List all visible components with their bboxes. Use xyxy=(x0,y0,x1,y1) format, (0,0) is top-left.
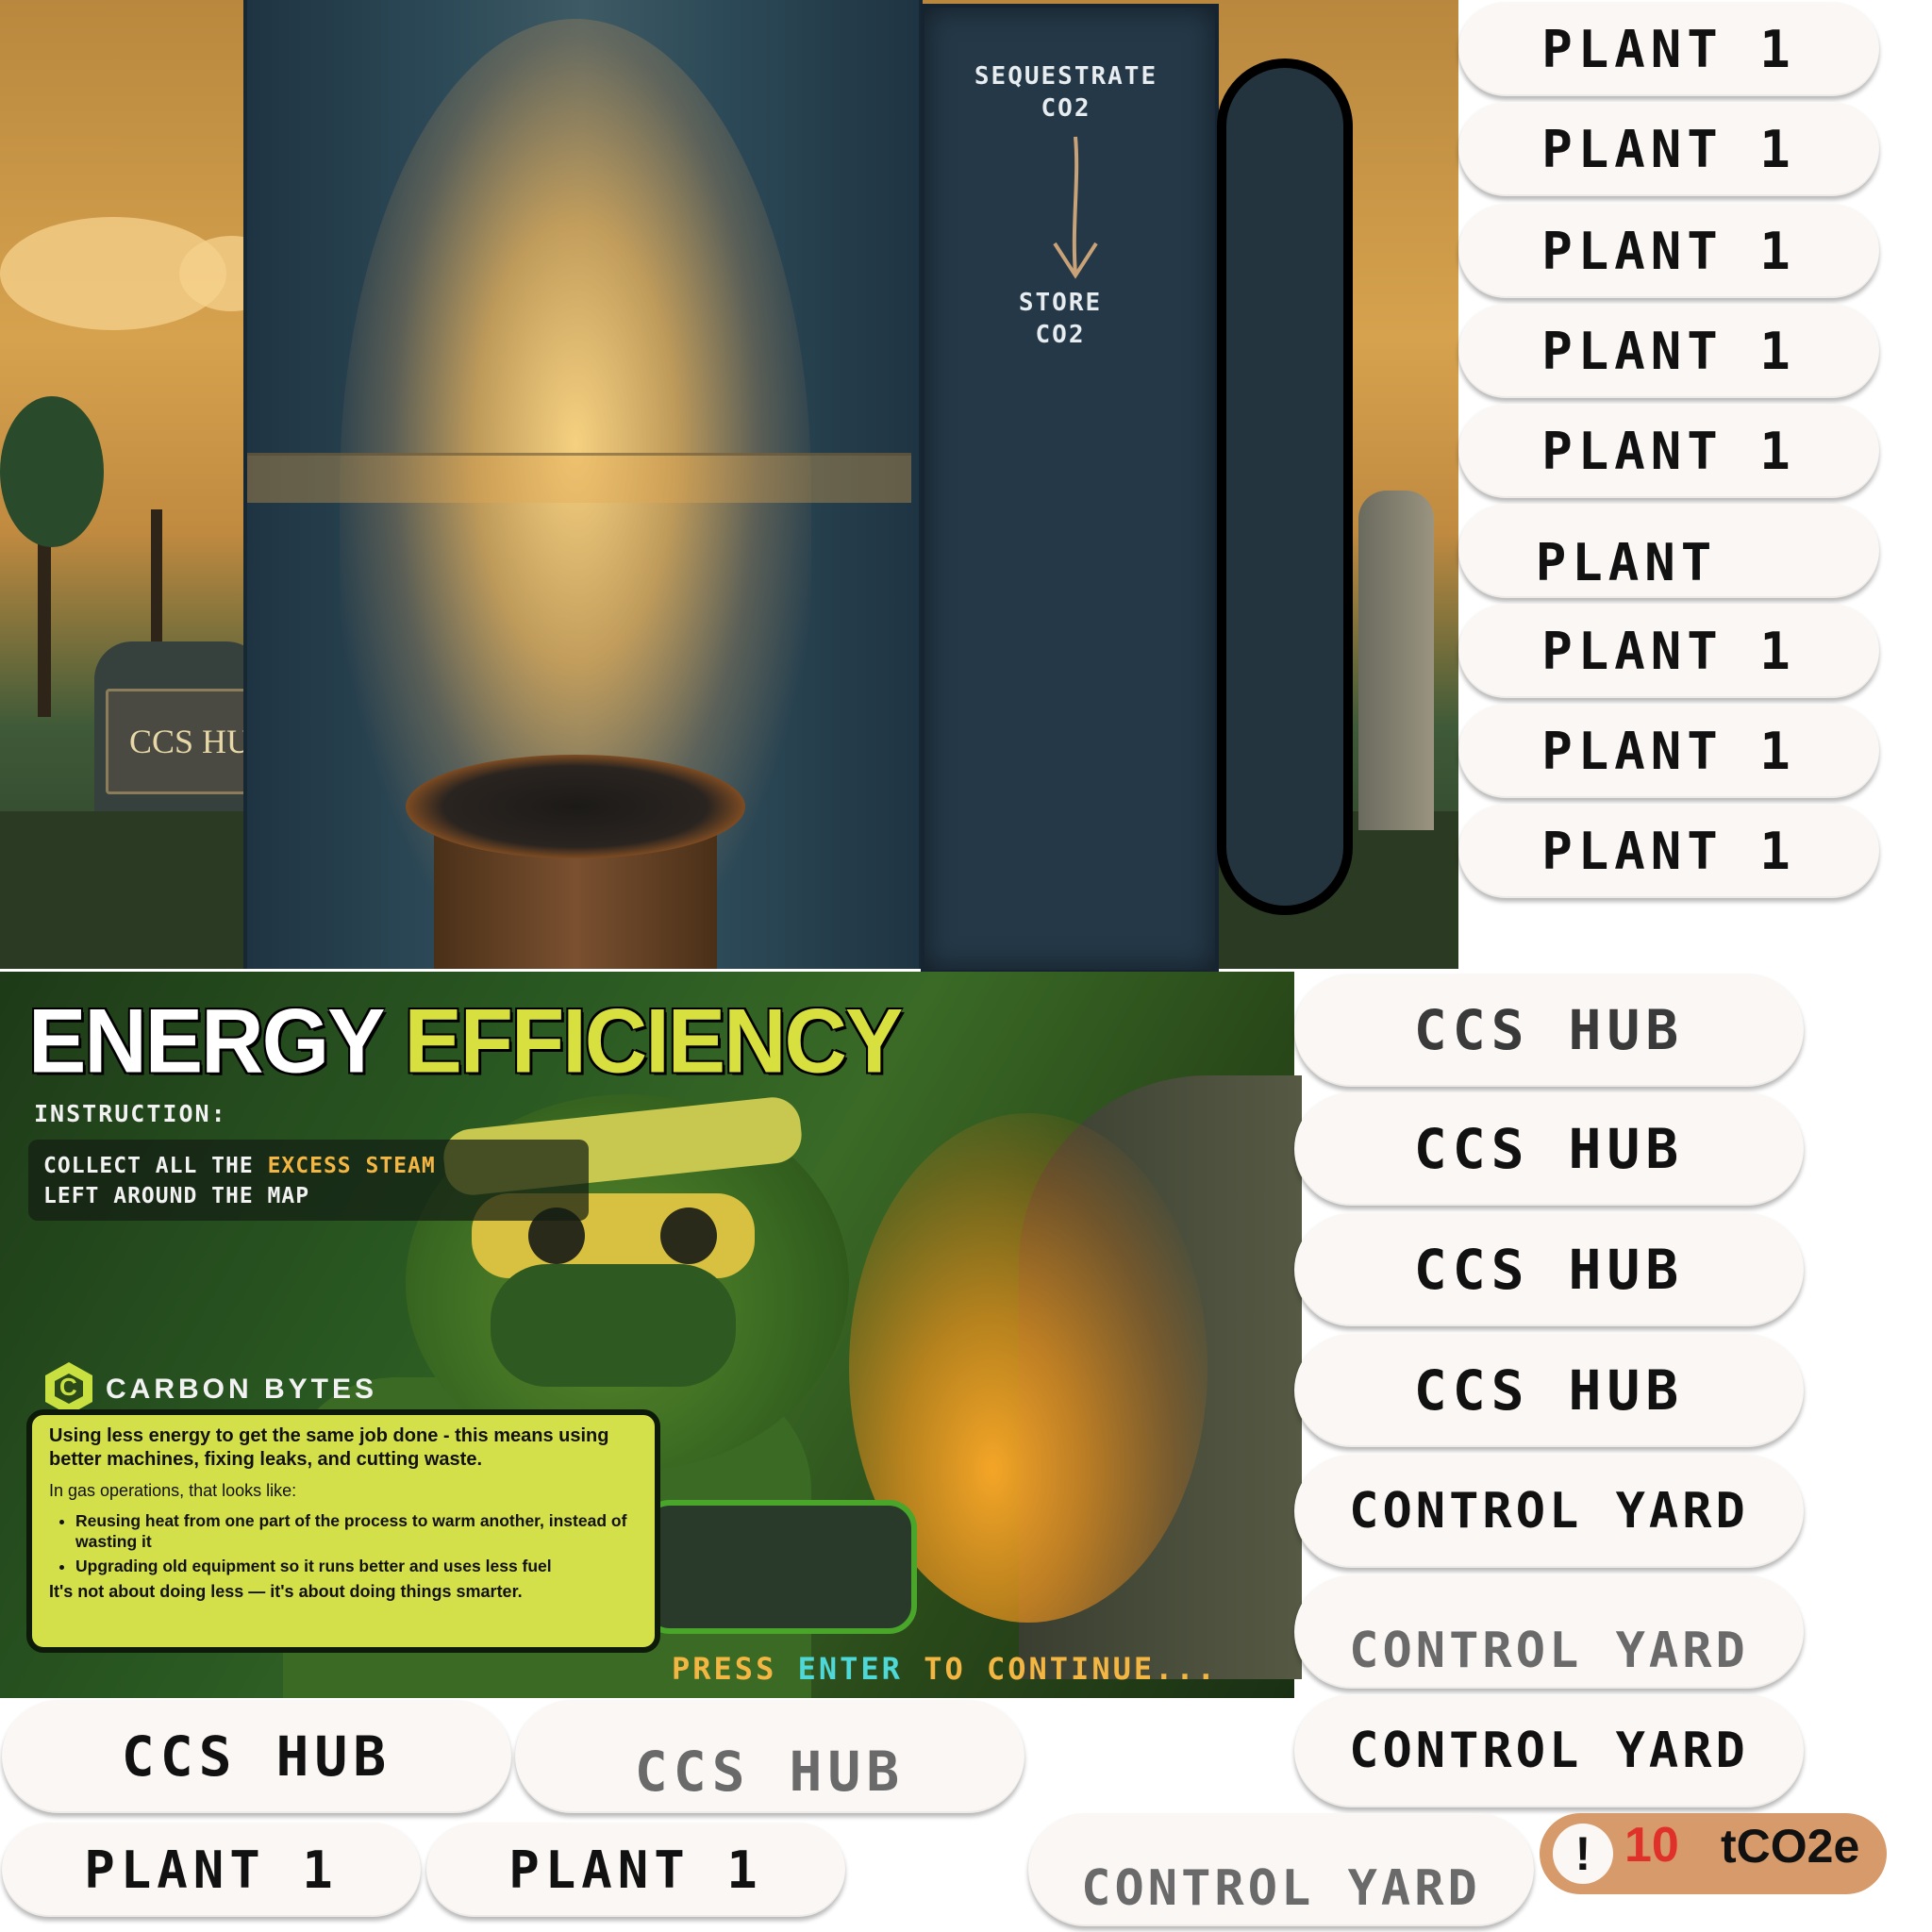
ninja-mask xyxy=(491,1264,736,1387)
plant-1-label: PLANT 1 xyxy=(1541,19,1796,79)
plant-1-button[interactable]: PLANT 1 xyxy=(1458,804,1879,898)
ccs-hub-label: CCS HUB xyxy=(1413,1238,1685,1302)
chamber-shelf xyxy=(247,453,911,503)
ninja-eye xyxy=(660,1208,717,1264)
store-word: STORE xyxy=(1018,289,1103,317)
plant-1-button[interactable]: PLANT 1 xyxy=(1458,102,1879,196)
plant-1-button[interactable]: PLANT 1 xyxy=(1458,2,1879,96)
plant-1-label: PLANT 1 xyxy=(1541,721,1796,781)
ccs-hub-button[interactable]: CCS HUB xyxy=(1294,974,1804,1087)
control-yard-label: CONTROL YARD xyxy=(1081,1860,1481,1917)
arrow-down-icon xyxy=(1053,136,1098,279)
instruction-text-2: LEFT AROUND THE MAP xyxy=(43,1184,310,1208)
plant-1-button[interactable]: PLANT 1 xyxy=(2,1823,421,1917)
plant-1-button[interactable]: PLANT 1 xyxy=(1458,704,1879,798)
plant-1-label: PLANT 1 xyxy=(1541,621,1796,681)
store-co2-word: CO2 xyxy=(1035,321,1086,349)
control-yard-label: CONTROL YARD xyxy=(1349,1483,1749,1540)
control-yard-button[interactable]: CONTROL YARD xyxy=(1294,1575,1804,1689)
info-footer: It's not about doing less — it's about d… xyxy=(49,1582,523,1601)
control-yard-label: CONTROL YARD xyxy=(1349,1623,1749,1679)
control-yard-button[interactable]: CONTROL YARD xyxy=(1028,1813,1534,1926)
sequestrate-word: SEQUESTRATE xyxy=(974,62,1158,91)
info-subheading: In gas operations, that looks like: xyxy=(49,1481,297,1500)
plant-1-label: PLANT 1 xyxy=(1541,119,1796,179)
control-yard-label: CONTROL YARD xyxy=(1349,1723,1749,1779)
plant-label: PLANT xyxy=(1535,533,1718,592)
ccs-hub-label: CCS HUB xyxy=(1413,1117,1685,1181)
ccs-hub-button[interactable]: CCS HUB xyxy=(1294,1213,1804,1326)
energy-efficiency-title: ENERGY EFFICIENCY xyxy=(28,990,903,1093)
carbon-bytes-title: CARBON BYTES xyxy=(106,1374,378,1405)
collector-basket[interactable] xyxy=(406,755,745,858)
press-enter-prompt[interactable]: PRESS ENTER TO CONTINUE... xyxy=(672,1651,1218,1687)
info-bullet-list: Reusing heat from one part of the proces… xyxy=(49,1510,638,1576)
info-bullet: Upgrading old equipment so it runs bette… xyxy=(75,1556,638,1576)
ccs-hub-button[interactable]: CCS HUB xyxy=(2,1700,511,1813)
tree-crown xyxy=(0,396,104,547)
instruction-highlight: EXCESS STEAM xyxy=(267,1154,436,1178)
instruction-label: INSTRUCTION: xyxy=(34,1100,227,1127)
carbon-bytes-c-glyph: C xyxy=(59,1373,77,1401)
info-lead: Using less energy to get the same job do… xyxy=(49,1425,609,1470)
control-yard-button[interactable]: CONTROL YARD xyxy=(1294,1455,1804,1568)
button-slot[interactable] xyxy=(1217,58,1353,915)
title-efficiency-word: EFFICIENCY xyxy=(404,991,903,1092)
instruction-text: COLLECT ALL THE xyxy=(43,1154,268,1178)
instruction-box: COLLECT ALL THE EXCESS STEAM LEFT AROUND… xyxy=(28,1140,589,1221)
store-label: STORE CO2 xyxy=(921,287,1200,351)
control-yard-button[interactable]: CONTROL YARD xyxy=(1294,1694,1804,1807)
plant-1-button[interactable]: PLANT 1 xyxy=(1458,604,1879,698)
title-energy-word: ENERGY xyxy=(28,991,384,1092)
plant-1-label: PLANT 1 xyxy=(84,1840,339,1900)
plant-1-label: PLANT 1 xyxy=(508,1840,763,1900)
plant-1-label: PLANT 1 xyxy=(1541,321,1796,381)
ccs-hub-button[interactable]: CCS HUB xyxy=(515,1700,1024,1813)
press-enter-text-2: TO CONTINUE... xyxy=(902,1651,1218,1687)
info-bullet: Reusing heat from one part of the proces… xyxy=(75,1510,638,1552)
carbon-bytes-info-box: Using less energy to get the same job do… xyxy=(26,1409,660,1653)
ccs-hub-label: CCS HUB xyxy=(634,1740,906,1804)
plant-1-label: PLANT 1 xyxy=(1541,221,1796,281)
exclamation-icon: ! xyxy=(1553,1824,1613,1884)
plant-1-button[interactable]: PLANT 1 xyxy=(1458,404,1879,498)
ccs-hub-label: CCS HUB xyxy=(1413,1358,1685,1423)
enter-key-label: ENTER xyxy=(797,1651,903,1687)
co2-counter-unit: tCO2e xyxy=(1721,1820,1860,1873)
sequestrate-label: SEQUESTRATE CO2 xyxy=(921,60,1211,125)
storage-tank xyxy=(1358,491,1434,830)
co2-counter-value: 10 xyxy=(1624,1818,1679,1873)
plant-1-button[interactable]: PLANT 1 xyxy=(426,1823,845,1917)
steam-vacuum-gun xyxy=(641,1500,917,1634)
plant-button[interactable]: PLANT xyxy=(1458,504,1879,598)
ccs-hub-label: CCS HUB xyxy=(1413,998,1685,1062)
press-enter-text: PRESS xyxy=(672,1651,798,1687)
ccs-hub-label: CCS HUB xyxy=(121,1724,392,1789)
plant-1-label: PLANT 1 xyxy=(1541,421,1796,481)
ccs-hub-button[interactable]: CCS HUB xyxy=(1294,1092,1804,1206)
sequestrate-co2-word: CO2 xyxy=(1041,94,1091,123)
plant-1-button[interactable]: PLANT 1 xyxy=(1458,304,1879,398)
plant-1-label: PLANT 1 xyxy=(1541,821,1796,881)
ccs-hub-button[interactable]: CCS HUB xyxy=(1294,1334,1804,1447)
plant-1-button[interactable]: PLANT 1 xyxy=(1458,204,1879,298)
